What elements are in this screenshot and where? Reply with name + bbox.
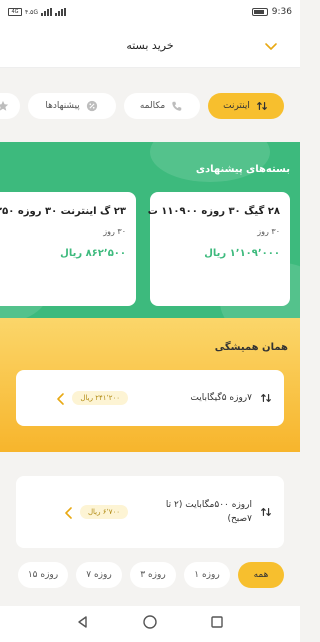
filter-3-day[interactable]: ۳ روزه [130,562,176,588]
package-row[interactable]: ۷روزه ۵گیگابایت ۲۴۱٬۲۰۰ ریال [16,370,284,426]
suggested-section: بسته‌های پیشنهادی ۲۸ گیگ ۳۰ روزه ۱۱۰۹۰۰ … [0,142,300,318]
card-title: ۲۸ گیگ ۳۰ روزه ۱۱۰۹۰۰ ت [147,206,280,217]
chevron-left-icon[interactable] [64,505,74,519]
package-row[interactable]: اروزه ۵۰۰مگابایت (۲ تا ۷صبح) ۶٬۷۰۰ ریال [16,476,284,548]
star-icon [0,99,10,113]
status-time: 9:36 [271,7,292,17]
filter-1-day[interactable]: ۱ روزه [184,562,230,588]
page-title: خرید بسته [126,39,174,52]
home-circle-icon[interactable] [142,614,158,634]
status-right: 9:36 [251,7,292,17]
system-nav-bar [0,606,300,642]
package-name: اروزه ۵۰۰مگابایت (۲ تا ۷صبح) [165,499,252,524]
decor-blob [150,142,270,182]
signal-icon-2 [55,8,67,16]
tab-call-label: مکالمه [139,101,166,111]
tab-internet-label: اینترنت [223,101,250,111]
package-price: ۲۴۱٬۲۰۰ ریال [72,391,128,405]
battery-icon [251,8,268,16]
card-days: ۳۰ روز [257,227,280,236]
filter-15-day[interactable]: ۱۵ روزه [18,562,68,588]
arrows-up-down-icon [258,390,274,406]
page-header: خرید بسته [0,24,300,68]
always-title: همان همیشگی [214,342,288,353]
chevron-left-icon[interactable] [56,391,66,405]
percent-badge-icon [85,99,99,113]
arrows-up-down-icon [255,99,269,113]
arrows-up-down-icon [258,504,274,520]
back-triangle-icon[interactable] [75,614,91,634]
tab-more[interactable] [0,93,20,119]
filter-all[interactable]: همه [238,562,284,588]
suggested-card[interactable]: ۲۳ گ اینترنت ۳۰ روزه ۸۶۲۵۰ ۳۰ روز ۸۶۲٬۵۰… [0,192,136,306]
phone-icon [170,99,184,113]
status-left: 4G ۴.۵G [8,8,67,16]
tab-internet[interactable]: اینترنت [208,93,284,119]
card-price: ۸۶۲٬۵۰۰ ریال [60,248,126,259]
sim-badge: 4G [8,8,22,16]
category-tabs: اینترنت مکالمه پیشنهادها [0,68,300,144]
suggested-title: بسته‌های پیشنهادی [195,164,290,175]
tab-offers-label: پیشنهادها [45,101,80,111]
package-price: ۶٬۷۰۰ ریال [79,505,128,519]
card-price: ۱٬۱۰۹٬۰۰۰ ریال [204,248,280,259]
network-type: ۴.۵G [25,8,39,16]
always-section: همان همیشگی ۷روزه ۵گیگابایت ۲۴۱٬۲۰۰ ریال [0,318,300,452]
card-title: ۲۳ گ اینترنت ۳۰ روزه ۸۶۲۵۰ [0,206,126,217]
tab-offers[interactable]: پیشنهادها [28,93,116,119]
card-days: ۳۰ روز [103,227,126,236]
recents-square-icon[interactable] [209,614,225,634]
package-list: اروزه ۵۰۰مگابایت (۲ تا ۷صبح) ۶٬۷۰۰ ریال [0,452,300,552]
chevron-down-icon[interactable] [264,38,278,52]
status-bar: 4G ۴.۵G 9:36 [0,0,300,24]
tab-call[interactable]: مکالمه [124,93,200,119]
package-name: ۷روزه ۵گیگابایت [190,392,252,403]
signal-icon [41,8,53,16]
duration-filters: همه ۱ روزه ۳ روزه ۷ روزه ۱۵ روزه [0,556,300,596]
filter-7-day[interactable]: ۷ روزه [76,562,122,588]
suggested-card[interactable]: ۲۸ گیگ ۳۰ روزه ۱۱۰۹۰۰ ت ۳۰ روز ۱٬۱۰۹٬۰۰۰… [147,192,290,306]
